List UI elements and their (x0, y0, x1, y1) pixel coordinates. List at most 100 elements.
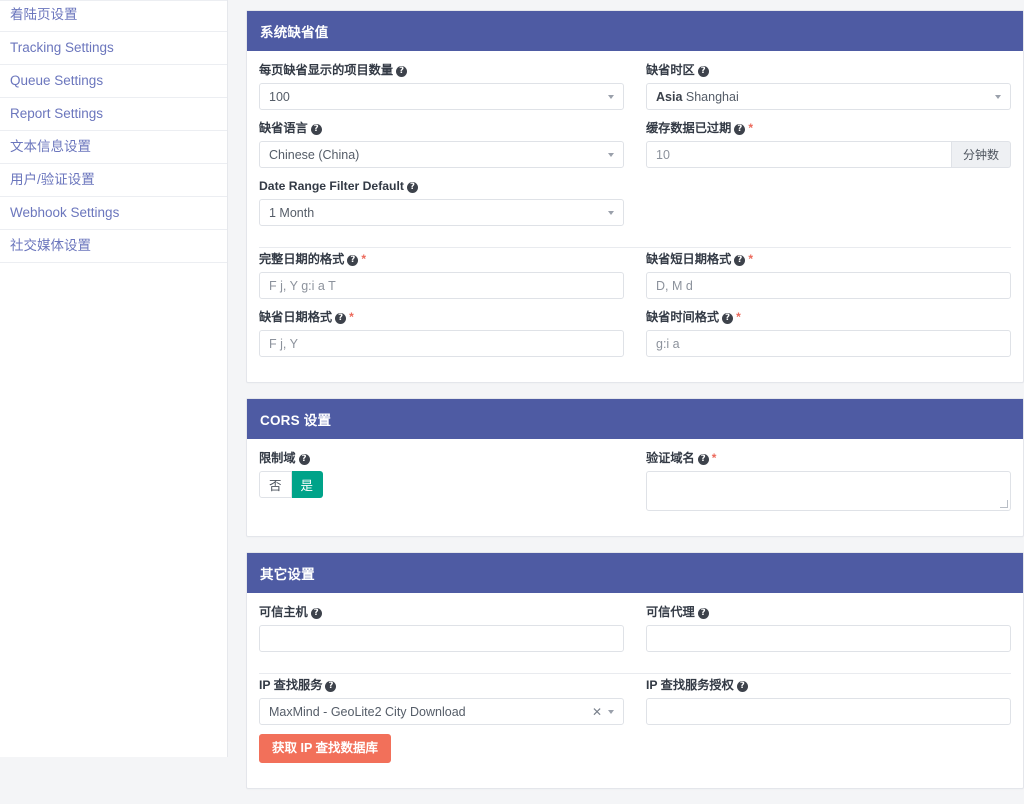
label-text: IP 查找服务 (259, 678, 323, 692)
field-label: 每页缺省显示的项目数量? (259, 63, 624, 78)
field-ip-lookup-service: IP 查找服务? MaxMind - GeoLite2 City Downloa… (259, 678, 624, 763)
help-icon[interactable]: ? (298, 454, 310, 465)
select-value: Chinese (China) (269, 147, 360, 162)
sidebar-item-tracking-settings[interactable]: Tracking Settings (0, 32, 227, 65)
field-valid-domains: 验证域名? * (646, 451, 1011, 511)
form-row: 每页缺省显示的项目数量? 100 缺省语言? Chinese (China) D… (259, 63, 1011, 237)
short-date-format-input[interactable]: D, M d (646, 272, 1011, 299)
help-icon[interactable]: ? (406, 182, 418, 193)
field-label: 可信代理? (646, 605, 1011, 620)
default-time-format-input[interactable]: g:i a (646, 330, 1011, 357)
fetch-ip-lookup-database-button[interactable]: 获取 IP 查找数据库 (259, 734, 392, 763)
ip-lookup-auth-input[interactable] (646, 698, 1011, 725)
form-column-left: 每页缺省显示的项目数量? 100 缺省语言? Chinese (China) D… (259, 63, 624, 237)
help-icon[interactable]: ? (697, 66, 709, 77)
label-text: 缺省语言 (259, 121, 308, 135)
restrict-domain-toggle-group: 否 是 (259, 471, 624, 498)
restrict-domain-option-yes[interactable]: 是 (291, 471, 324, 498)
sidebar-item-text-message-settings[interactable]: 文本信息设置 (0, 131, 227, 164)
section-divider (259, 247, 1011, 248)
restrict-domain-option-no[interactable]: 否 (259, 471, 292, 498)
field-default-date-format: 缺省日期格式? * F j, Y (259, 310, 624, 357)
select-value: Asia Shanghai (656, 90, 989, 104)
select-value: 100 (269, 89, 290, 104)
field-label: 缺省日期格式? * (259, 310, 624, 325)
default-language-select[interactable]: Chinese (China) (259, 141, 624, 168)
card-title-other-settings: 其它设置 (247, 553, 1023, 593)
section-divider (259, 673, 1011, 674)
chevron-down-icon (608, 94, 614, 99)
input-value: F j, Y g:i a T (269, 278, 336, 293)
select-value: 1 Month (269, 205, 315, 220)
help-icon[interactable]: ? (734, 255, 746, 266)
label-text: 验证域名 (646, 451, 695, 465)
input-value: g:i a (656, 336, 680, 351)
field-trusted-hosts: 可信主机? (259, 605, 624, 652)
cache-expire-unit-addon: 分钟数 (951, 141, 1011, 168)
trusted-hosts-input[interactable] (259, 625, 624, 652)
field-default-language: 缺省语言? Chinese (China) (259, 121, 624, 168)
sidebar-item-queue-settings[interactable]: Queue Settings (0, 65, 227, 98)
right-column-spacer (646, 179, 1011, 206)
date-range-filter-select[interactable]: 1 Month (259, 199, 624, 226)
help-icon[interactable]: ? (347, 255, 359, 266)
select-value: MaxMind - GeoLite2 City Download (269, 704, 466, 719)
label-text: 限制域 (259, 451, 296, 465)
sidebar-item-social-media-settings[interactable]: 社交媒体设置 (0, 230, 227, 263)
form-column-right: 可信代理? (646, 605, 1011, 663)
label-text: 每页缺省显示的项目数量 (259, 63, 394, 77)
field-restrict-domain: 限制域? 否 是 (259, 451, 624, 498)
field-label: 缺省短日期格式? * (646, 252, 1011, 267)
required-marker: * (748, 121, 753, 135)
help-icon[interactable]: ? (325, 681, 337, 692)
close-icon[interactable]: ✕ (592, 706, 602, 718)
form-column-left: IP 查找服务? MaxMind - GeoLite2 City Downloa… (259, 678, 624, 774)
card-other-settings: 其它设置 可信主机? 可信代理? IP 查找服务 ? MaxMind - Geo… (246, 552, 1024, 789)
form-row: IP 查找服务? MaxMind - GeoLite2 City Downloa… (259, 678, 1011, 774)
card-body-other-settings: 可信主机? 可信代理? IP 查找服务 ? MaxMind - GeoLite2… (247, 593, 1023, 788)
help-icon[interactable]: ? (722, 313, 734, 324)
input-value: D, M d (656, 278, 693, 293)
card-title-cors-settings: CORS 设置 (247, 399, 1023, 439)
card-body-system-defaults: 每页缺省显示的项目数量? 100 缺省语言? Chinese (China) D… (247, 51, 1023, 382)
help-icon[interactable]: ? (310, 608, 322, 619)
sidebar-item-user-auth-settings[interactable]: 用户/验证设置 (0, 164, 227, 197)
ip-lookup-service-select[interactable]: MaxMind - GeoLite2 City Download ✕ (259, 698, 624, 725)
default-date-format-input[interactable]: F j, Y (259, 330, 624, 357)
field-label: 验证域名? * (646, 451, 1011, 466)
card-body-cors-settings: 限制域? 否 是 验证域名? * (247, 439, 1023, 536)
form-column-left: 限制域? 否 是 (259, 451, 624, 522)
required-marker: * (711, 451, 717, 465)
help-icon[interactable]: ? (396, 66, 408, 77)
help-icon[interactable]: ? (697, 454, 709, 465)
timezone-region: Asia (656, 89, 683, 104)
sidebar-item-label: 文本信息设置 (10, 139, 91, 154)
help-icon[interactable]: ? (310, 124, 322, 135)
field-default-timezone: 缺省时区? Asia Shanghai (646, 63, 1011, 110)
sidebar-item-webhook-settings[interactable]: Webhook Settings (0, 197, 227, 230)
field-label: Date Range Filter Default? (259, 179, 624, 194)
field-label: 完整日期的格式? * (259, 252, 624, 267)
sidebar-item-label: 着陆页设置 (10, 7, 78, 22)
help-icon[interactable]: ? (335, 313, 347, 324)
trusted-proxies-input[interactable] (646, 625, 1011, 652)
help-icon[interactable]: ? (736, 681, 748, 692)
field-label: 缺省语言? (259, 121, 624, 136)
help-icon[interactable]: ? (697, 608, 709, 619)
field-label: 限制域? (259, 451, 624, 466)
input-value: 10 (656, 147, 670, 162)
form-column-right: IP 查找服务授权? (646, 678, 1011, 774)
cache-expire-input[interactable]: 10 (646, 141, 952, 168)
field-per-page: 每页缺省显示的项目数量? 100 (259, 63, 624, 110)
field-ip-lookup-auth: IP 查找服务授权? (646, 678, 1011, 725)
default-timezone-select[interactable]: Asia Shanghai (646, 83, 1011, 110)
settings-sidebar: 着陆页设置 Tracking Settings Queue Settings R… (0, 0, 228, 757)
valid-domains-textarea[interactable] (646, 471, 1011, 511)
full-date-format-input[interactable]: F j, Y g:i a T (259, 272, 624, 299)
sidebar-item-landing-page[interactable]: 着陆页设置 (0, 1, 227, 32)
sidebar-item-label: Report Settings (10, 106, 104, 121)
per-page-select[interactable]: 100 (259, 83, 624, 110)
help-icon[interactable]: ? (734, 124, 746, 135)
sidebar-item-report-settings[interactable]: Report Settings (0, 98, 227, 131)
required-marker: * (361, 252, 366, 266)
